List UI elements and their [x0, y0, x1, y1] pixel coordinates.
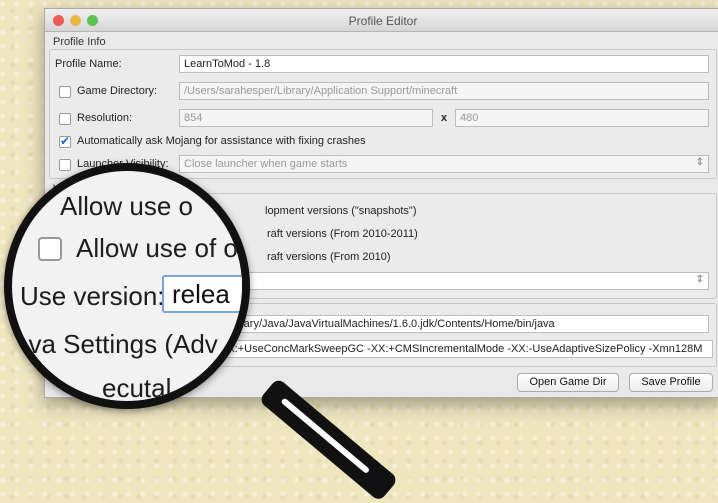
snapshots-label: lopment versions ("snapshots") [265, 205, 417, 217]
game-directory-checkbox[interactable] [59, 86, 71, 98]
launcher-visibility-value: Close launcher when game starts [184, 158, 348, 170]
profile-name-input[interactable]: LearnToMod - 1.8 [179, 55, 709, 73]
beta-label: raft versions (From 2010-2011) [267, 228, 418, 240]
game-directory-input[interactable]: /Users/sarahesper/Library/Application Su… [179, 82, 709, 100]
launcher-visibility-select[interactable]: Close launcher when game starts ⇕ [179, 155, 709, 173]
auto-assist-label: Automatically ask Mojang for assistance … [77, 135, 366, 147]
magnified-executable-text: ecutal [102, 373, 172, 403]
magnified-allow-old-text: Allow use of o [76, 233, 238, 263]
version-select-arrow-icon: ⇕ [695, 274, 704, 285]
auto-assist-checkbox[interactable] [59, 134, 71, 148]
magnified-java-settings-text: ava Settings (Adv [14, 329, 218, 359]
magnified-checkbox [38, 237, 62, 261]
window-title: Profile Editor [348, 14, 418, 28]
select-arrow-icon: ⇕ [695, 157, 704, 168]
magnifier-lens: Allow use o Allow use of o Use version: … [4, 163, 250, 409]
alpha-label: raft versions (From 2010) [267, 251, 391, 263]
magnified-version-field: relea [162, 275, 242, 313]
resolution-width-input[interactable]: 854 [179, 109, 433, 127]
launcher-visibility-checkbox[interactable] [59, 159, 71, 171]
game-directory-label: Game Directory: [77, 85, 158, 97]
jvm-arguments-input[interactable]: XX:+UseConcMarkSweepGC -XX:+CMSIncrement… [215, 340, 713, 358]
profile-name-label: Profile Name: [55, 58, 122, 70]
resolution-height-input[interactable]: 480 [455, 109, 709, 127]
use-version-select[interactable]: ⇕ [235, 272, 709, 290]
magnified-use-version-label: Use version: [20, 281, 165, 311]
java-executable-input[interactable]: rary/Java/JavaVirtualMachines/1.6.0.jdk/… [235, 315, 709, 333]
resolution-label: Resolution: [77, 112, 133, 124]
magnified-allow-snapshots-text: Allow use o [60, 191, 193, 221]
title-bar: Profile Editor [45, 9, 718, 32]
profile-info-legend: Profile Info [53, 36, 106, 48]
save-profile-button[interactable]: Save Profile [629, 373, 713, 392]
resolution-separator: x [441, 112, 448, 124]
resolution-checkbox[interactable] [59, 113, 71, 125]
open-game-dir-button[interactable]: Open Game Dir [517, 373, 619, 392]
